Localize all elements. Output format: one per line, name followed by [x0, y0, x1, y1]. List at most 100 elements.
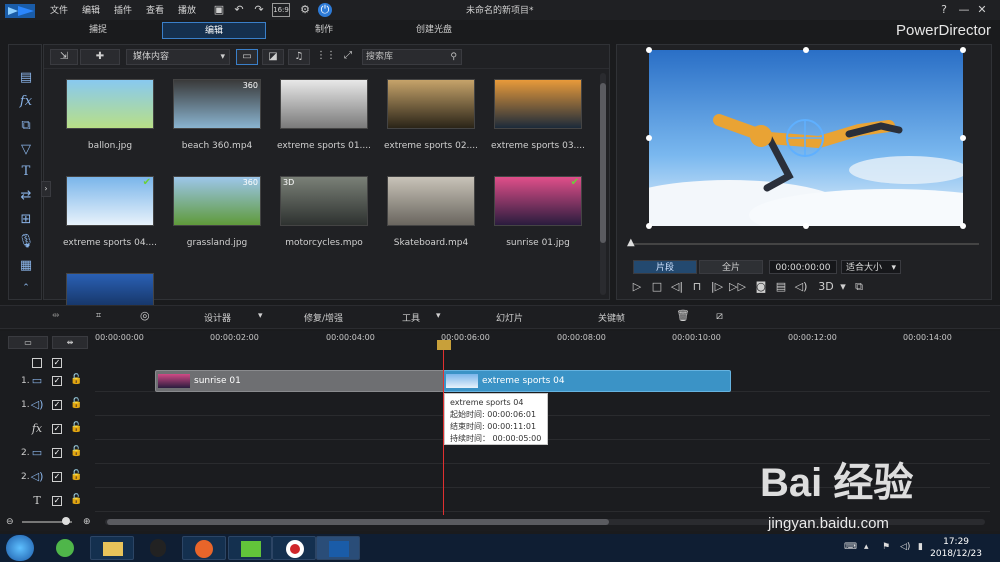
track-enable-checkbox[interactable]: ✓ [52, 448, 62, 458]
media-thumbnail[interactable]: ✔ [494, 176, 582, 226]
preview-scrub-slider[interactable] [629, 243, 979, 245]
split-icon[interactable]: ⇹ [52, 311, 60, 321]
close-icon[interactable]: ✕ [974, 2, 990, 18]
title-room-icon[interactable]: T [16, 163, 36, 181]
lock-icon[interactable]: 🔓 [70, 398, 82, 409]
play-icon[interactable]: ▷ [629, 280, 645, 294]
media-thumbnail[interactable] [387, 79, 475, 129]
clip-extreme-sports[interactable]: extreme sports 04 [443, 370, 731, 392]
library-filter-select[interactable]: 媒体内容 ▾ [126, 49, 230, 65]
voice-over-icon[interactable]: 🎙 [16, 233, 36, 251]
media-thumbnail[interactable] [494, 79, 582, 129]
minimize-icon[interactable]: — [956, 2, 972, 18]
lock-icon[interactable]: 🔓 [70, 446, 82, 457]
media-item[interactable]: extreme sports 01.... [275, 79, 373, 151]
library-scrollbar[interactable] [600, 73, 606, 295]
media-thumbnail[interactable] [280, 79, 368, 129]
media-item[interactable]: 360 grassland.jpg [168, 176, 266, 248]
redo-icon[interactable]: ↷ [252, 3, 266, 17]
zoom-in-icon[interactable]: ⊕ [83, 517, 91, 527]
clock[interactable]: 17:29 2018/12/23 [930, 536, 982, 560]
preview-canvas[interactable] [649, 50, 963, 226]
track-enable-checkbox[interactable]: ✓ [52, 424, 62, 434]
chevron-down-icon[interactable]: ▾ [436, 311, 441, 321]
volume-icon[interactable]: ◁) [900, 542, 910, 552]
aspect-ratio-icon[interactable]: 16:9 [272, 3, 290, 17]
taskbar-app-recorder[interactable] [272, 536, 316, 560]
media-item[interactable]: extreme sports 02.... [382, 79, 480, 151]
preview-timecode[interactable]: 00:00:00:00 [769, 260, 837, 274]
media-thumbnail[interactable] [387, 176, 475, 226]
media-room-icon[interactable]: ▤ [16, 69, 36, 87]
tab-capture[interactable]: 捕捉 [46, 22, 150, 39]
expand-icon[interactable]: ⤢ [340, 49, 356, 65]
settings-gear-icon[interactable]: ⚙ [298, 3, 312, 17]
tools-button[interactable]: 工具 [402, 311, 420, 324]
previous-frame-icon[interactable]: ◁| [669, 280, 685, 294]
media-item[interactable]: ✔ sunrise 01.jpg [489, 176, 587, 248]
snapshot-icon[interactable]: ◙ [753, 280, 769, 294]
scrub-handle-icon[interactable]: ▲ [627, 237, 635, 248]
trash-icon[interactable]: 🗑 [676, 309, 690, 322]
menu-view[interactable]: 查看 [146, 3, 164, 16]
undock-preview-icon[interactable]: ⧉ [851, 280, 867, 294]
grid-view-icon[interactable]: ⋮⋮ [316, 49, 336, 65]
media-item[interactable]: 360 beach 360.mp4 [168, 79, 266, 151]
crop-icon[interactable]: ⌗ [96, 311, 101, 321]
account-icon[interactable]: ⏻ [318, 3, 332, 17]
designer-button[interactable]: 设计器 [204, 311, 231, 324]
fx-room-icon[interactable]: fx [16, 93, 36, 111]
undo-icon[interactable]: ↶ [232, 3, 246, 17]
lock-icon[interactable]: 🔓 [70, 422, 82, 433]
keyframe-button[interactable]: 关键帧 [598, 311, 625, 324]
network-icon[interactable]: ▮ [918, 542, 923, 552]
library-scroll-thumb[interactable] [600, 83, 606, 243]
track-enable-checkbox[interactable]: ✓ [52, 496, 62, 506]
media-thumbnail[interactable]: ✔ [66, 176, 154, 226]
taskbar-app-explorer[interactable] [90, 536, 134, 560]
all-tracks-checkbox[interactable] [32, 358, 42, 368]
audio-mixing-icon[interactable]: ⊞ [16, 211, 36, 229]
taskbar-app-browser[interactable] [44, 536, 88, 560]
track-enable-checkbox[interactable]: ✓ [52, 376, 62, 386]
media-thumbnail[interactable]: 360 [173, 176, 261, 226]
resize-handle-t[interactable] [803, 47, 809, 53]
particle-room-icon[interactable]: ▽ [16, 141, 36, 159]
video-track-1[interactable]: sunrise 01 extreme sports 04 [95, 370, 990, 392]
plugin-icon[interactable]: ✚ [80, 49, 120, 65]
mark-in-icon[interactable]: ⊓ [689, 280, 705, 294]
playhead-handle[interactable] [437, 340, 451, 350]
chevron-down-icon[interactable]: ▾ [835, 280, 851, 294]
volume-icon[interactable]: ◁) [793, 280, 809, 294]
media-item[interactable]: ballon.jpg [61, 79, 159, 151]
chevron-down-icon[interactable]: ▾ [258, 311, 263, 321]
tray-expand-icon[interactable]: ▴ [864, 542, 869, 552]
taskbar-app-media[interactable] [228, 536, 272, 560]
menu-file[interactable]: 文件 [50, 3, 68, 16]
resize-handle-br[interactable] [960, 223, 966, 229]
preview-tab-full[interactable]: 全片 [699, 260, 763, 274]
media-item[interactable]: ✔ extreme sports 04.... [61, 176, 159, 248]
media-thumbnail[interactable]: 360 [173, 79, 261, 129]
taskbar-app-powerdirector[interactable] [316, 536, 360, 560]
preview-tab-clip[interactable]: 片段 [633, 260, 697, 274]
tab-create-disc[interactable]: 创建光盘 [382, 22, 486, 39]
fast-forward-icon[interactable]: ▷▷ [729, 280, 746, 294]
lock-icon[interactable]: 🔓 [70, 494, 82, 505]
chapter-room-icon[interactable]: ▦ [16, 257, 36, 275]
import-media-icon[interactable]: ⇲ [50, 49, 78, 65]
resize-handle-r[interactable] [960, 135, 966, 141]
media-item[interactable]: Skateboard.mp4 [382, 176, 480, 248]
media-thumbnail[interactable]: 3D [280, 176, 368, 226]
menu-plugins[interactable]: 插件 [114, 3, 132, 16]
image-filter-icon[interactable]: ◪ [262, 49, 284, 65]
resize-handle-b[interactable] [803, 223, 809, 229]
stop-icon[interactable]: □ [649, 280, 665, 294]
resize-handle-bl[interactable] [646, 223, 652, 229]
zoom-slider-handle[interactable] [62, 517, 70, 525]
fix-enhance-button[interactable]: 修复/增强 [304, 311, 343, 324]
help-icon[interactable]: ? [936, 2, 952, 18]
library-search-input[interactable]: 搜索库 ⚲ [362, 49, 462, 65]
lock-icon[interactable]: 🔓 [70, 374, 82, 385]
clip-sunrise[interactable]: sunrise 01 [155, 370, 445, 392]
